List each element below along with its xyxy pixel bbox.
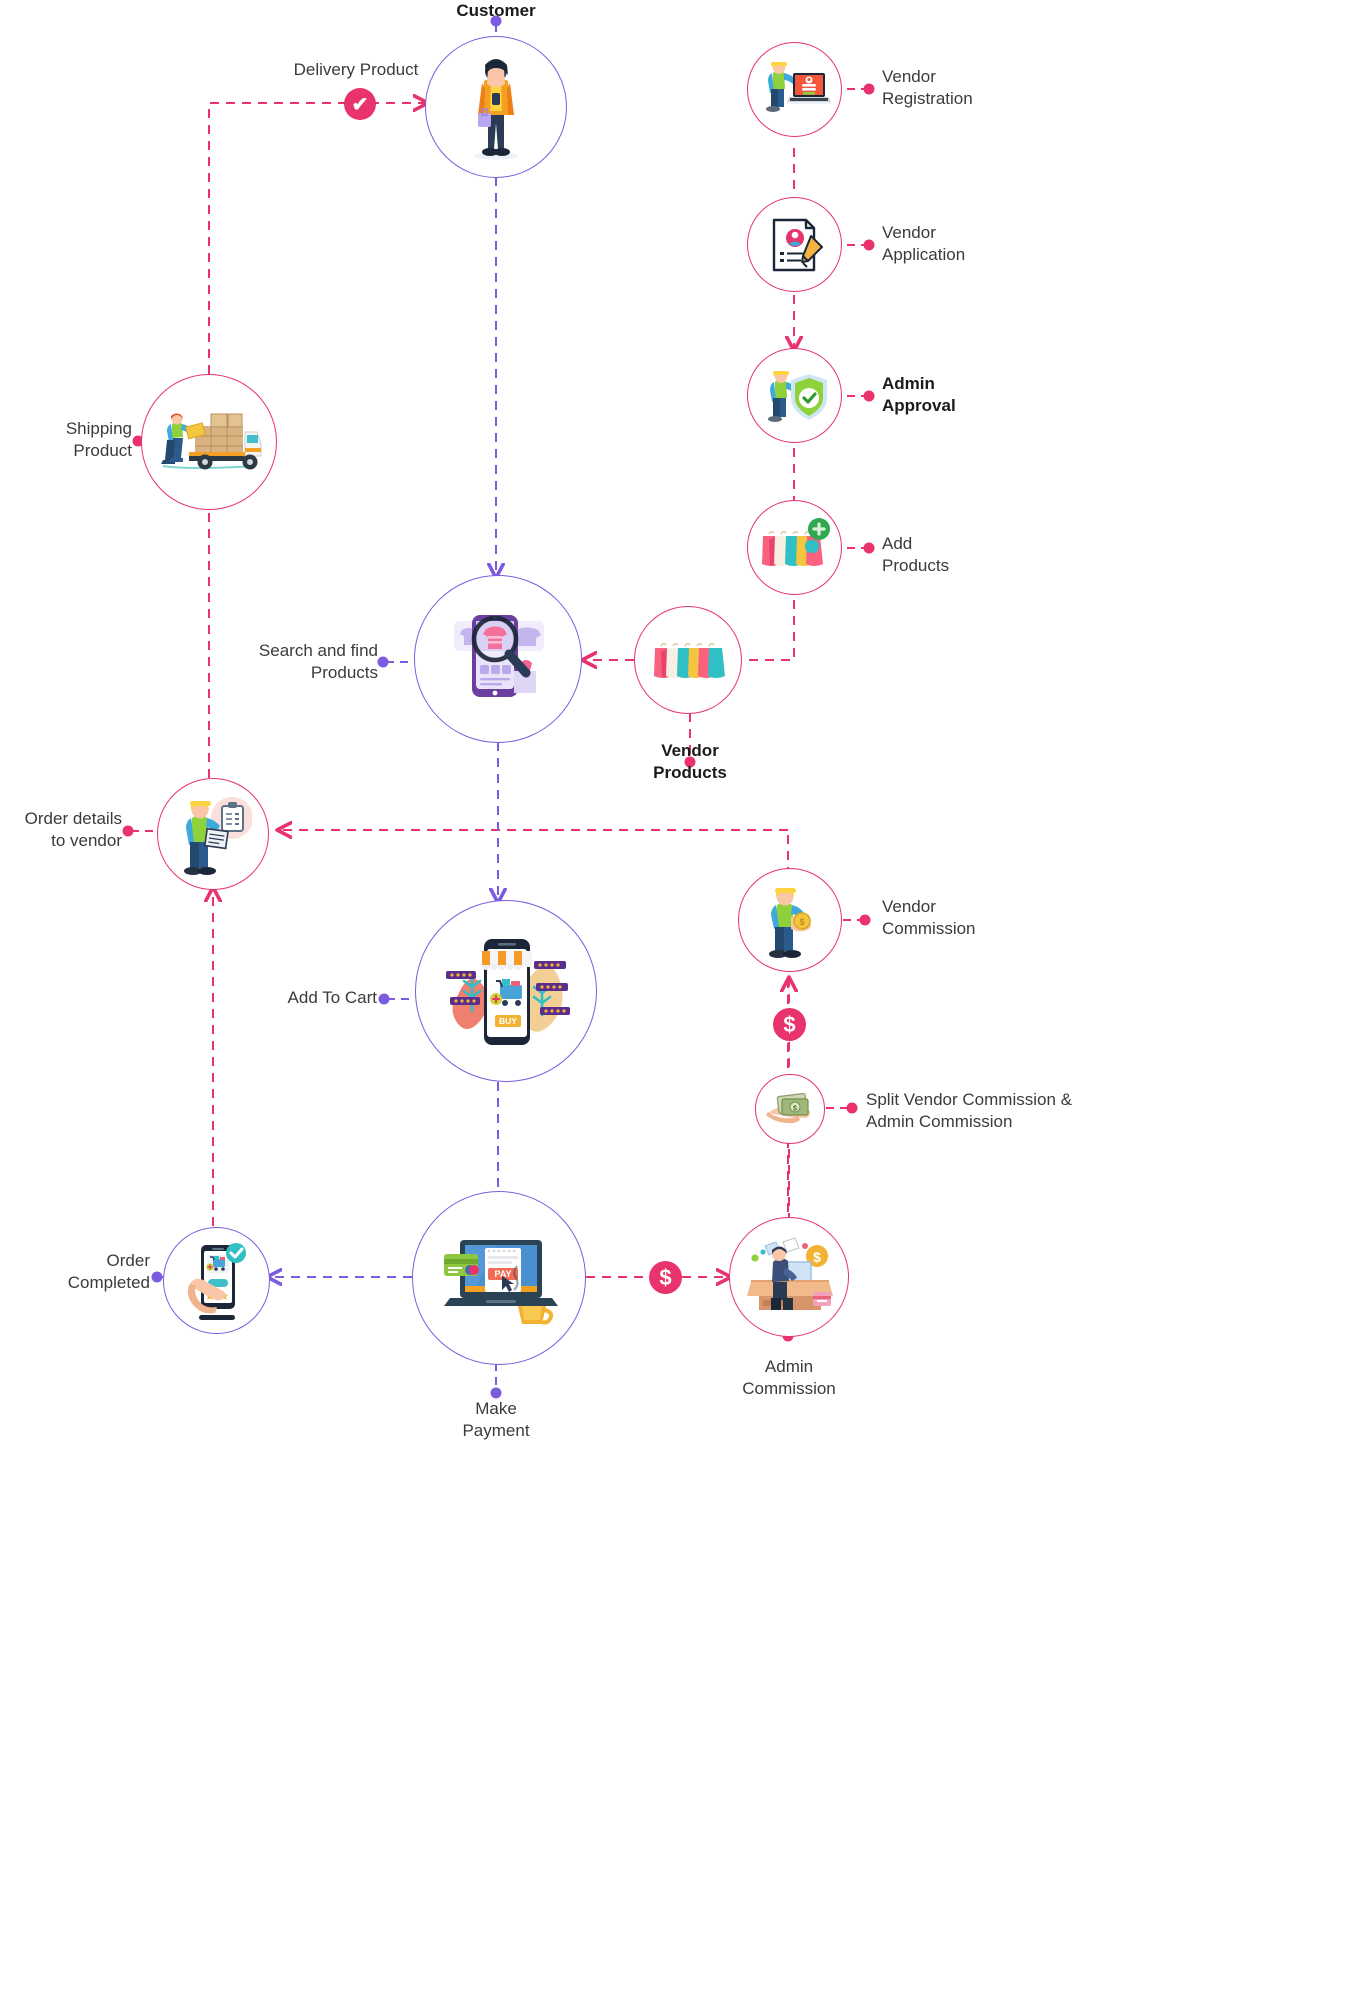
label-vendor-commission: Vendor Commission (882, 897, 976, 939)
vendor-money-icon: $ (761, 881, 819, 959)
label-vendor-application: Vendor Application (882, 223, 966, 265)
node-add-to-cart[interactable]: BUY (415, 900, 597, 1082)
delivery-truck-icon (155, 408, 263, 476)
node-vendor-commission[interactable]: $ (738, 868, 842, 972)
clothes-rack-icon (649, 632, 727, 688)
label-delivery-product: Delivery Product (293, 60, 419, 79)
node-shipping-product[interactable] (141, 374, 277, 510)
vendor-order-list-icon (174, 792, 252, 876)
label-admin-approval: Admin Approval (882, 374, 956, 416)
node-vendor-application[interactable] (747, 197, 842, 292)
label-make-payment: Make Payment (462, 1399, 530, 1441)
node-search-products[interactable] (414, 575, 582, 743)
node-order-completed[interactable] (163, 1227, 270, 1334)
node-admin-approval[interactable] (747, 348, 842, 443)
label-customer: Customer (456, 1, 536, 20)
phone-order-done-icon (181, 1239, 253, 1323)
node-admin-commission[interactable]: $ (729, 1217, 849, 1337)
node-vendor-products[interactable] (634, 606, 742, 714)
label-search-products: Search and find Products (258, 641, 378, 683)
label-split-commission: Split Vendor Commission & Admin Commissi… (866, 1090, 1072, 1132)
vendor-laptop-login-icon (759, 59, 831, 121)
clothes-rack-plus-icon (757, 517, 833, 578)
shield-approval-icon (759, 365, 831, 427)
application-form-icon (764, 214, 826, 276)
admin-desk-icon: $ (743, 1236, 835, 1318)
label-add-products: Add Products (882, 534, 950, 576)
node-order-details[interactable] (157, 778, 269, 890)
svg-text:$: $ (799, 917, 804, 927)
node-make-payment[interactable]: PAY (412, 1191, 586, 1365)
label-admin-commission: Admin Commission (742, 1357, 836, 1399)
label-add-to-cart: Add To Cart (287, 988, 377, 1007)
flowchart-canvas: Customer Delivery Product ✔ Vendor Regis… (0, 0, 1350, 2000)
label-vendor-registration: Vendor Registration (882, 67, 973, 109)
node-add-products[interactable] (747, 500, 842, 595)
svg-text:$: $ (813, 1249, 821, 1265)
payment-dollar-badge: $ (649, 1261, 682, 1294)
node-vendor-registration[interactable] (747, 42, 842, 137)
commission-dollar-badge: $ (773, 1008, 806, 1041)
phone-search-icon (442, 603, 554, 715)
laptop-pay-icon: PAY (436, 1228, 562, 1328)
phone-buy-cart-icon: BUY (438, 929, 574, 1053)
label-order-completed: Order Completed (67, 1251, 150, 1293)
woman-shopper-icon (458, 53, 534, 161)
delivery-check-badge: ✔ (344, 88, 376, 120)
svg-text:BUY: BUY (499, 1016, 517, 1026)
cash-hand-icon: $ (762, 1087, 818, 1131)
label-vendor-products: Vendor Products (653, 741, 727, 783)
label-shipping-product: Shipping Product (65, 419, 132, 461)
label-order-details: Order details to vendor (24, 809, 122, 851)
svg-text:$: $ (793, 1106, 797, 1113)
node-split-commission[interactable]: $ (755, 1074, 825, 1144)
node-customer[interactable] (425, 36, 567, 178)
